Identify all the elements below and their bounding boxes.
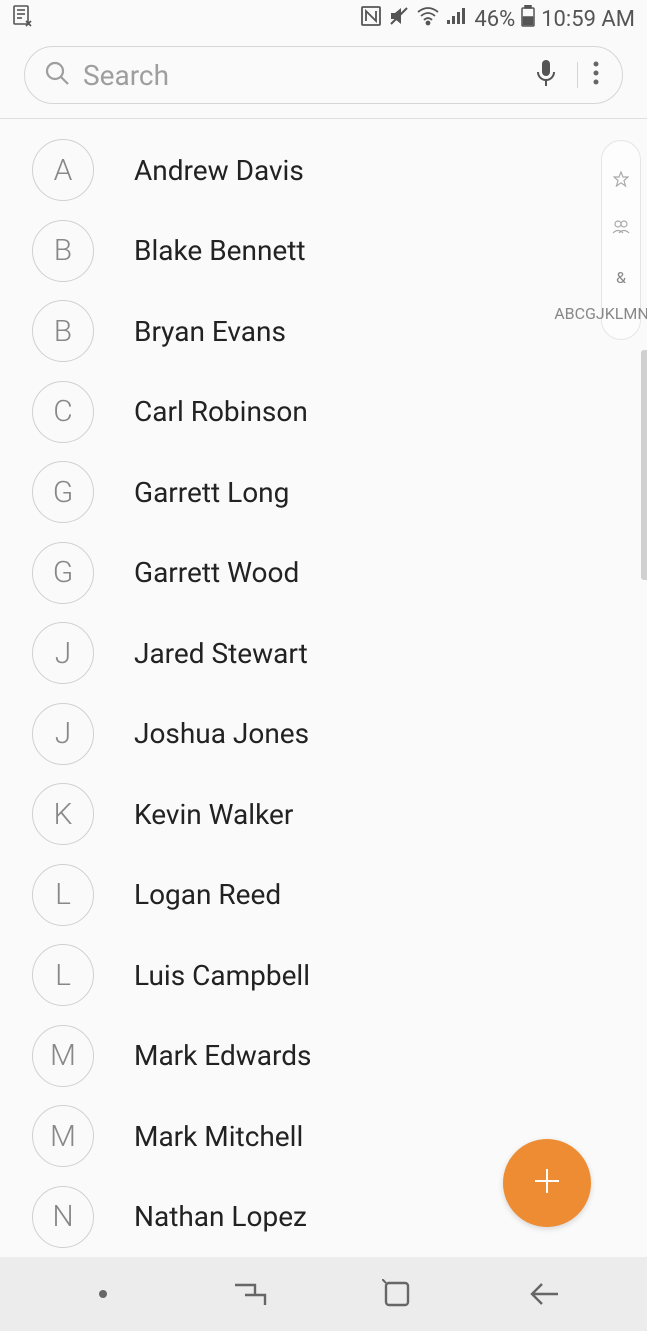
navigation-bar xyxy=(0,1257,647,1331)
contact-avatar: M xyxy=(32,1025,94,1087)
contact-row[interactable]: J Jared Stewart xyxy=(32,613,591,694)
contact-avatar: L xyxy=(32,944,94,1006)
contact-name: Jared Stewart xyxy=(134,637,308,670)
contact-name: Logan Reed xyxy=(134,878,281,911)
contact-avatar: C xyxy=(32,381,94,443)
search-bar[interactable]: Search xyxy=(24,46,623,104)
doc-icon xyxy=(12,5,32,33)
nfc-icon xyxy=(360,5,382,33)
groups-icon[interactable] xyxy=(612,205,630,252)
status-right: 46% 10:59 AM xyxy=(360,5,635,33)
contact-name: Luis Campbell xyxy=(134,959,310,992)
battery-icon xyxy=(521,5,535,33)
contact-row[interactable]: L Logan Reed xyxy=(32,855,591,936)
index-letter[interactable]: G xyxy=(585,286,596,341)
nav-back[interactable] xyxy=(514,1264,574,1324)
contact-row[interactable]: J Joshua Jones xyxy=(32,694,591,775)
contact-row[interactable]: A Andrew Davis xyxy=(32,130,591,211)
contact-name: Kevin Walker xyxy=(134,798,293,831)
contact-name: Nathan Lopez xyxy=(134,1200,307,1233)
contact-avatar: B xyxy=(32,300,94,362)
status-left xyxy=(12,5,32,33)
contact-name: Andrew Davis xyxy=(134,154,304,187)
index-letter[interactable]: C xyxy=(575,286,585,341)
contact-avatar: A xyxy=(32,139,94,201)
contact-row[interactable]: G Garrett Long xyxy=(32,452,591,533)
mic-icon[interactable] xyxy=(535,58,557,92)
search-bar-container: Search xyxy=(0,38,647,118)
contact-avatar: K xyxy=(32,783,94,845)
contact-avatar: G xyxy=(32,542,94,604)
contact-avatar: L xyxy=(32,864,94,926)
signal-icon xyxy=(446,6,468,32)
index-letter[interactable]: J xyxy=(596,286,605,341)
alpha-index-bar[interactable]: & ABCGJKLMNPST# xyxy=(601,140,641,340)
contact-avatar: N xyxy=(32,1186,94,1248)
contact-name: Mark Mitchell xyxy=(134,1120,303,1153)
index-letter[interactable]: M xyxy=(623,286,637,341)
contact-name: Blake Bennett xyxy=(134,234,306,267)
scroll-indicator[interactable] xyxy=(641,350,647,580)
search-icon xyxy=(43,59,71,91)
contact-name: Garrett Long xyxy=(134,476,289,509)
contact-name: Joshua Jones xyxy=(134,717,309,750)
plus-icon xyxy=(529,1163,565,1203)
search-placeholder: Search xyxy=(83,59,535,92)
nav-recents[interactable] xyxy=(220,1264,280,1324)
status-bar: 46% 10:59 AM xyxy=(0,0,647,38)
contact-row[interactable]: C Carl Robinson xyxy=(32,372,591,453)
contact-avatar: J xyxy=(32,703,94,765)
add-contact-fab[interactable] xyxy=(503,1139,591,1227)
contact-avatar: B xyxy=(32,220,94,282)
contact-avatar: J xyxy=(32,622,94,684)
separator xyxy=(577,62,578,88)
index-letter[interactable]: K xyxy=(605,286,615,341)
more-menu-icon[interactable] xyxy=(588,59,604,91)
contact-name: Bryan Evans xyxy=(134,315,286,348)
contact-name: Mark Edwards xyxy=(134,1039,312,1072)
index-letter[interactable]: N xyxy=(637,286,647,341)
contact-row[interactable]: B Blake Bennett xyxy=(32,211,591,292)
contact-row[interactable]: G Garrett Wood xyxy=(32,533,591,614)
contact-row[interactable]: K Kevin Walker xyxy=(32,774,591,855)
battery-percentage: 46% xyxy=(474,7,515,32)
index-letter[interactable]: B xyxy=(565,286,575,341)
contact-avatar: G xyxy=(32,461,94,523)
contact-row[interactable]: M Mark Edwards xyxy=(32,1016,591,1097)
contacts-list[interactable]: A Andrew Davis B Blake Bennett B Bryan Evans C… xyxy=(0,118,647,1257)
status-time: 10:59 AM xyxy=(541,7,635,32)
contact-avatar: M xyxy=(32,1105,94,1167)
nav-home[interactable] xyxy=(367,1264,427,1324)
star-icon[interactable] xyxy=(613,157,629,205)
contact-name: Garrett Wood xyxy=(134,556,299,589)
contact-row[interactable]: L Luis Campbell xyxy=(32,935,591,1016)
wifi-icon xyxy=(416,6,440,32)
mute-icon xyxy=(388,5,410,33)
nav-assistant[interactable] xyxy=(73,1264,133,1324)
contact-name: Carl Robinson xyxy=(134,395,308,428)
contact-row[interactable]: B Bryan Evans xyxy=(32,291,591,372)
index-letter[interactable]: A xyxy=(554,286,564,341)
